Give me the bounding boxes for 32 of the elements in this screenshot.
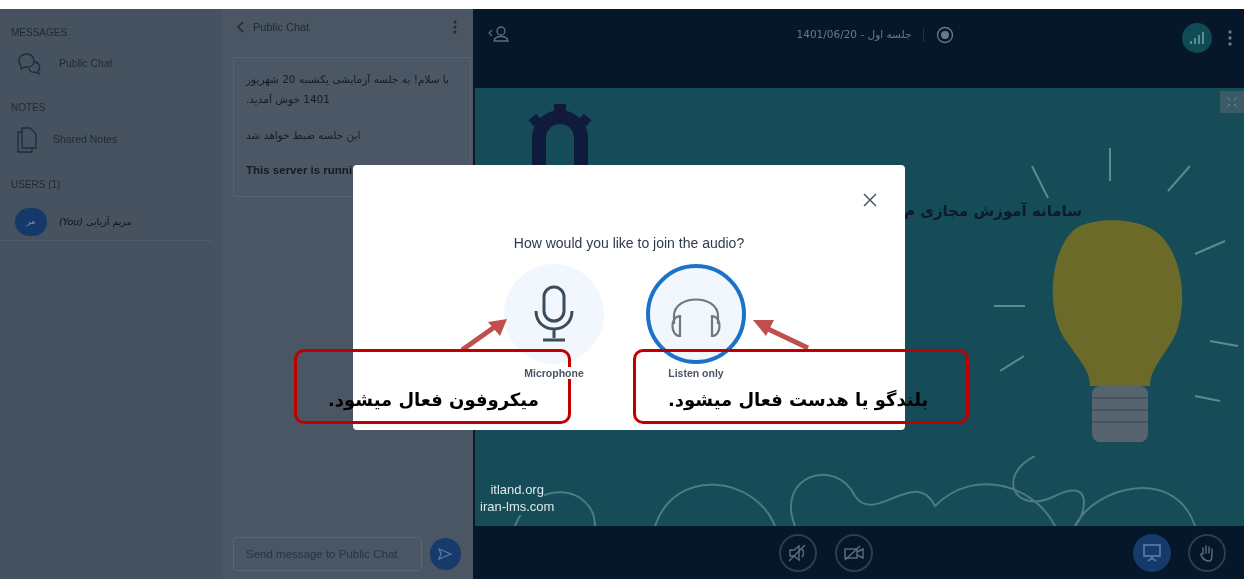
- camera-off-icon: [844, 544, 864, 561]
- microphone-icon: [533, 285, 575, 343]
- more-options-icon[interactable]: [1228, 30, 1232, 46]
- record-icon[interactable]: [936, 26, 955, 44]
- presentation-button[interactable]: [1133, 533, 1171, 572]
- hand-icon: [1199, 543, 1215, 562]
- chat-message: با سلام! به جلسه آزمایشی یکشنبه 20 شهریور 1401 خوش آمدید.: [246, 72, 450, 108]
- user-avatar: مر: [15, 208, 47, 236]
- speaker-muted-icon: [788, 543, 808, 562]
- unmute-audio-button[interactable]: [779, 533, 817, 572]
- close-icon[interactable]: [863, 193, 877, 207]
- dialog-question: How would you like to join the audio?: [513, 234, 745, 253]
- connection-status-icon[interactable]: [1182, 23, 1212, 53]
- chat-message: این جلسه ضبط خواهد شد: [246, 127, 362, 144]
- share-webcam-button[interactable]: [835, 533, 873, 572]
- slide-footer-text: iran-lms.com: [480, 498, 555, 515]
- send-button[interactable]: [429, 538, 461, 570]
- user-list-toggle-icon[interactable]: [487, 26, 509, 42]
- raise-hand-button[interactable]: [1188, 533, 1226, 572]
- more-options-icon[interactable]: [453, 20, 457, 34]
- back-chevron-icon[interactable]: [237, 21, 245, 33]
- meeting-title: جلسه اول - 1401/06/20: [796, 27, 912, 43]
- annotation-arrow: [752, 318, 810, 350]
- documents-icon: [17, 127, 37, 153]
- presentation-screen-icon: [1143, 543, 1161, 562]
- chat-bubbles-icon: [17, 52, 43, 76]
- listen-only-option[interactable]: Listen only: [646, 264, 746, 379]
- fullscreen-icon[interactable]: [1220, 91, 1244, 113]
- microphone-option[interactable]: Microphone: [504, 264, 604, 379]
- send-icon: [438, 548, 453, 560]
- chat-message: This server is runni: [246, 162, 354, 178]
- annotation-arrow: [460, 318, 508, 352]
